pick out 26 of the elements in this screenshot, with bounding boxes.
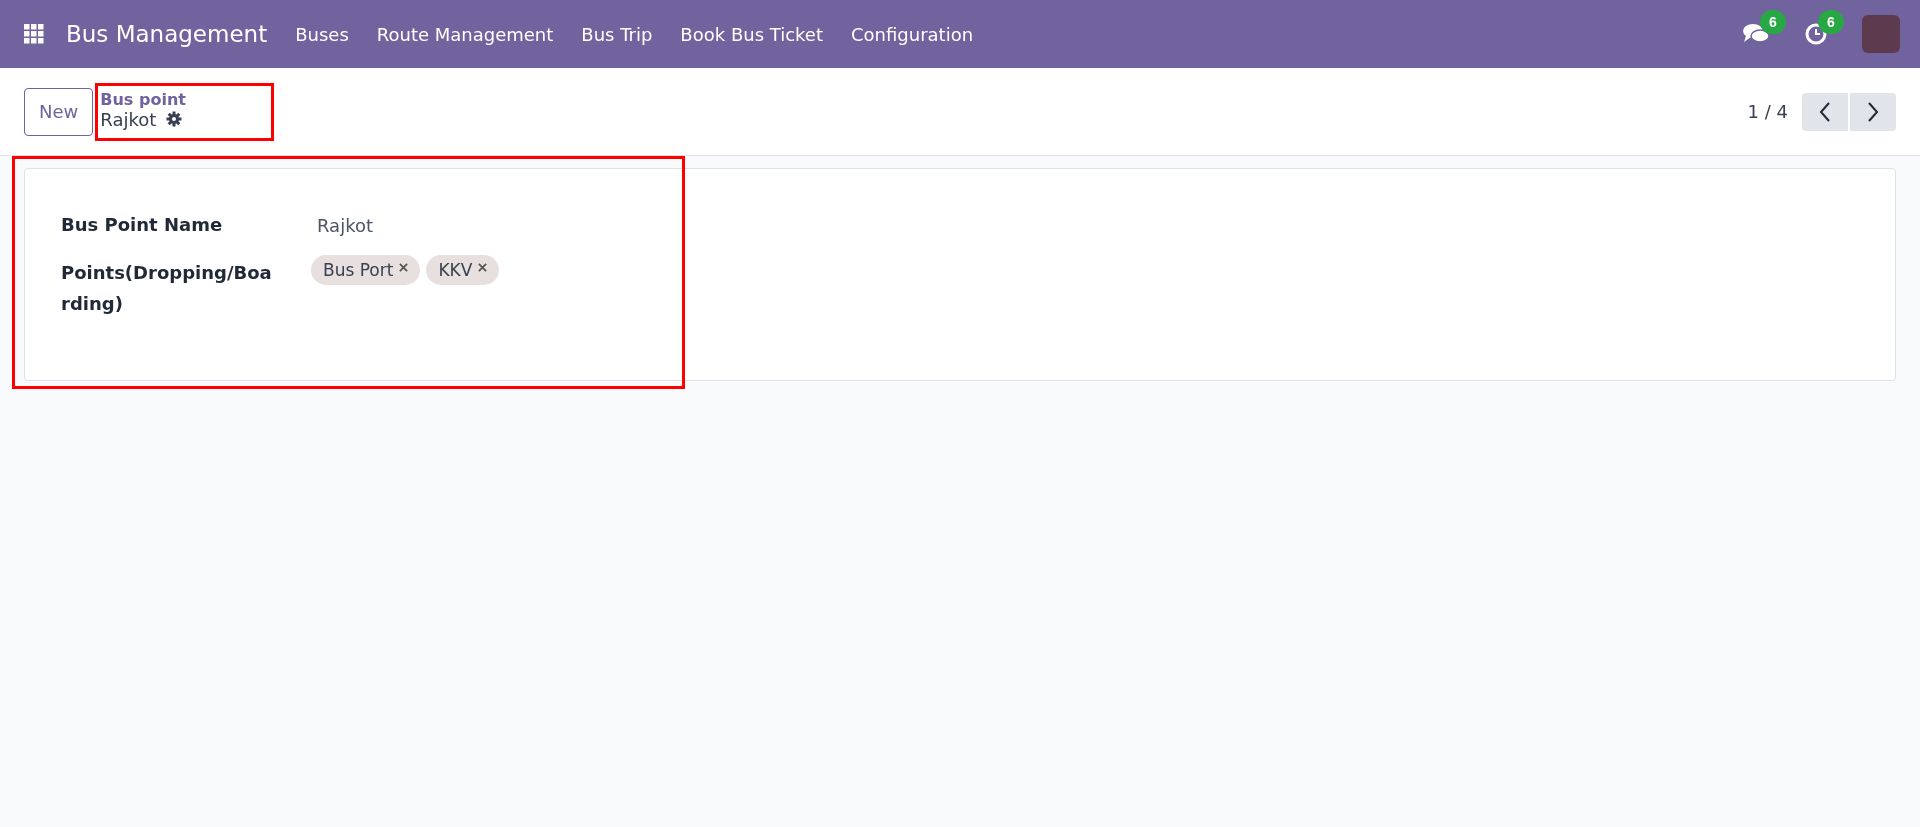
message-count-badge: 6 — [1760, 10, 1786, 34]
app-name[interactable]: Bus Management — [66, 21, 268, 47]
new-button[interactable]: New — [24, 87, 94, 136]
clock-icon[interactable] — [1804, 22, 1828, 46]
chevron-right-icon — [1867, 101, 1879, 122]
next-button[interactable] — [1850, 92, 1896, 131]
tag-chip[interactable]: Bus Port — [311, 254, 421, 285]
chevron-left-icon — [1819, 101, 1831, 122]
remove-icon[interactable] — [478, 262, 488, 272]
menu-item[interactable]: Book Bus Ticket — [680, 23, 823, 45]
field-label: Points(Dropping/Boarding) — [61, 260, 273, 316]
record-title: Rajkot — [100, 108, 157, 130]
pager-counter[interactable]: 1 / 4 — [1747, 101, 1788, 122]
menu-item[interactable]: Route Management — [376, 23, 554, 45]
menu-item[interactable]: Buses — [295, 23, 349, 45]
menu-item[interactable]: Bus Trip — [581, 23, 653, 45]
breadcrumb-link[interactable]: Bus point — [100, 89, 186, 109]
activity-count-badge: 6 — [1818, 10, 1844, 34]
field-value[interactable]: Rajkot — [311, 207, 1859, 236]
menu-item[interactable]: Configuration — [851, 23, 974, 45]
field-label: Bus Point Name — [61, 213, 224, 237]
apps-menu-icon[interactable] — [24, 24, 44, 44]
previous-button[interactable] — [1802, 92, 1848, 131]
tag-chip[interactable]: KKV — [426, 254, 500, 285]
remove-icon[interactable] — [399, 262, 409, 272]
gear-icon[interactable] — [166, 111, 183, 127]
